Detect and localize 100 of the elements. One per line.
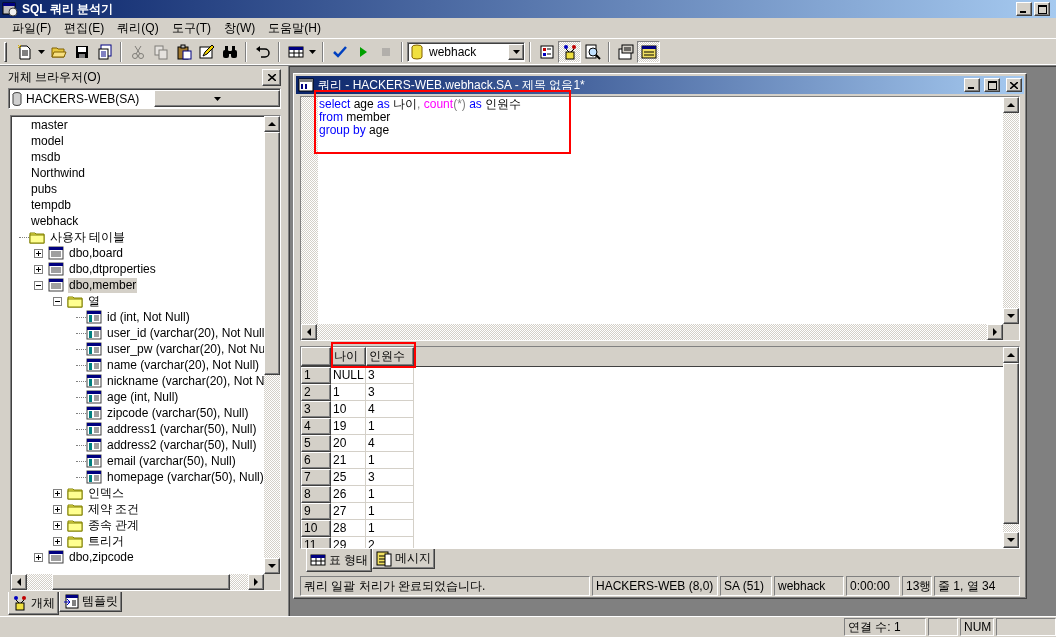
- scroll-up-button[interactable]: [1003, 347, 1019, 363]
- tree-item[interactable]: address1 (varchar(50), Null): [106, 421, 258, 437]
- status-text: 쿼리 일괄 처리가 완료되었습니다.: [300, 576, 590, 596]
- expand-toggle[interactable]: [34, 552, 43, 562]
- scrollbar-thumb[interactable]: [264, 132, 280, 375]
- tab[interactable]: 메시지: [372, 549, 436, 569]
- table-cell: 27: [331, 503, 366, 520]
- expand-toggle[interactable]: [53, 520, 62, 530]
- vertical-scrollbar[interactable]: [1003, 97, 1019, 324]
- tree-item[interactable]: dbo,board: [68, 245, 125, 261]
- collapse-toggle[interactable]: [34, 280, 43, 290]
- scroll-left-button[interactable]: [301, 324, 317, 340]
- close-button[interactable]: [1006, 78, 1022, 92]
- menu-item[interactable]: 쿼리(Q): [110, 18, 166, 38]
- results-pane-button[interactable]: [637, 41, 660, 63]
- minimize-button[interactable]: [964, 78, 980, 92]
- close-button[interactable]: [262, 68, 281, 86]
- menu-item[interactable]: 도구(T): [164, 18, 218, 38]
- status-pane: [996, 618, 1056, 636]
- object-list-icon: [538, 44, 555, 60]
- scrollbar-thumb[interactable]: [1003, 363, 1019, 524]
- tree-item[interactable]: 트리거: [87, 533, 125, 549]
- database-dropdown[interactable]: webhack: [407, 42, 525, 62]
- column-header[interactable]: 나이: [331, 347, 366, 366]
- expand-toggle[interactable]: [53, 488, 62, 498]
- menu-item[interactable]: 도움말(H): [261, 18, 328, 38]
- collapse-toggle[interactable]: [53, 296, 62, 306]
- expand-toggle[interactable]: [34, 264, 43, 274]
- vertical-scrollbar[interactable]: [264, 116, 280, 574]
- tree-item[interactable]: user_pw (varchar(20), Not Nu: [106, 341, 264, 357]
- tree-item[interactable]: 제약 조건: [87, 501, 141, 517]
- tree-item[interactable]: pubs: [30, 181, 59, 197]
- tree-item[interactable]: email (varchar(50), Null): [106, 453, 237, 469]
- tree-item[interactable]: id (int, Not Null): [106, 309, 191, 325]
- tree-item[interactable]: age (int, Null): [106, 389, 180, 405]
- tree-item[interactable]: Northwind: [30, 165, 87, 181]
- node-tree-icon: [561, 44, 578, 60]
- expand-toggle[interactable]: [53, 504, 62, 514]
- menu-item[interactable]: 파일(F): [5, 18, 59, 38]
- tree-item[interactable]: 사용자 테이블: [49, 229, 127, 245]
- code-line: from member: [319, 111, 391, 124]
- tree-item[interactable]: tempdb: [30, 197, 73, 213]
- tree-item[interactable]: master: [30, 117, 69, 133]
- tree-item[interactable]: name (varchar(20), Not Null): [106, 357, 261, 373]
- document-list-icon: [96, 44, 113, 60]
- expand-toggle[interactable]: [53, 536, 62, 546]
- app-icon: [2, 1, 18, 17]
- scrollbar-thumb[interactable]: [52, 574, 230, 590]
- left-arrow-icon: [17, 578, 21, 586]
- tree-item[interactable]: 종속 관계: [87, 517, 141, 533]
- column-icon: [86, 470, 102, 484]
- template-icon: [63, 593, 79, 610]
- scroll-down-button[interactable]: [264, 558, 280, 574]
- tree-item[interactable]: dbo,zipcode: [68, 549, 135, 565]
- tree-item[interactable]: 인덱스: [87, 485, 125, 501]
- table-icon: [48, 550, 64, 564]
- tree-item[interactable]: homepage (varchar(50), Null): [106, 469, 264, 485]
- tree-item[interactable]: msdb: [30, 149, 62, 165]
- scroll-down-button[interactable]: [1003, 532, 1019, 548]
- maximize-button[interactable]: [984, 78, 1000, 92]
- menu-item[interactable]: 창(W): [217, 18, 263, 38]
- tab[interactable]: 표 형태: [306, 549, 373, 572]
- tree-item[interactable]: address2 (varchar(50), Null): [106, 437, 258, 453]
- server-dropdown[interactable]: HACKERS-WEB(SA): [8, 88, 281, 109]
- table-icon: [48, 262, 64, 276]
- grid-icon: [287, 44, 304, 60]
- minimize-button[interactable]: [1016, 2, 1032, 16]
- tree-item[interactable]: zipcode (varchar(50), Null): [106, 405, 250, 421]
- tree-item[interactable]: model: [30, 133, 65, 149]
- right-arrow-icon: [254, 578, 258, 586]
- horizontal-scrollbar[interactable]: [11, 574, 264, 590]
- scroll-right-button[interactable]: [987, 324, 1003, 340]
- scroll-up-button[interactable]: [1003, 97, 1019, 113]
- tree-item[interactable]: nickname (varchar(20), Not N: [106, 373, 264, 389]
- tree-item[interactable]: webhack: [30, 213, 80, 229]
- tree-item[interactable]: user_id (varchar(20), Not Null: [106, 325, 264, 341]
- column-icon: [86, 454, 102, 468]
- pencil-note-icon: [198, 44, 215, 60]
- tree-item[interactable]: dbo,member: [68, 277, 138, 293]
- scroll-right-button[interactable]: [248, 574, 264, 590]
- tree-item[interactable]: 열: [87, 293, 101, 309]
- scroll-up-button[interactable]: [264, 116, 280, 132]
- tab[interactable]: 개체: [8, 592, 59, 615]
- tree-item[interactable]: dbo,dtproperties: [68, 261, 157, 277]
- row-header: 1: [301, 367, 331, 384]
- close-icon: [1010, 81, 1018, 89]
- column-header[interactable]: 인원수: [366, 347, 414, 366]
- grid-corner[interactable]: [301, 347, 331, 366]
- horizontal-scrollbar[interactable]: [301, 324, 1003, 340]
- vertical-scrollbar[interactable]: [1003, 347, 1019, 548]
- menu-item[interactable]: 편집(E): [57, 18, 112, 38]
- row-header: 3: [301, 401, 331, 418]
- table-icon: [48, 278, 64, 292]
- node-tree-icon: [12, 595, 28, 611]
- scroll-left-button[interactable]: [11, 574, 27, 590]
- scroll-down-button[interactable]: [1003, 308, 1019, 324]
- expand-toggle[interactable]: [34, 248, 43, 258]
- maximize-button[interactable]: [1034, 2, 1050, 16]
- object-browser-button[interactable]: [558, 41, 581, 63]
- tab[interactable]: 템플릿: [59, 592, 122, 612]
